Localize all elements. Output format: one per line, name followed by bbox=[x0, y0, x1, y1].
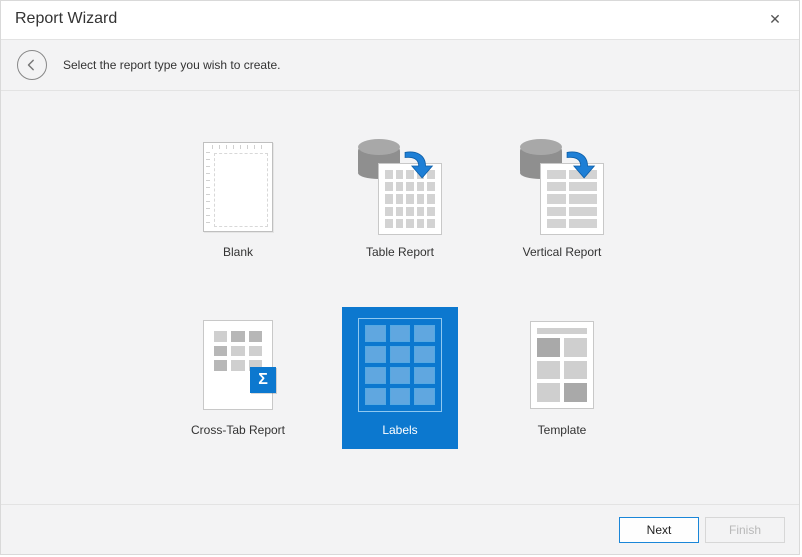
table-report-icon bbox=[348, 137, 452, 237]
titlebar: Report Wizard ✕ bbox=[1, 1, 799, 39]
grid-row: Blank bbox=[180, 129, 620, 271]
wizard-body: Blank bbox=[1, 91, 799, 504]
vertical-report-icon bbox=[510, 137, 614, 237]
subheader: Select the report type you wish to creat… bbox=[1, 39, 799, 91]
option-template[interactable]: Template bbox=[504, 307, 620, 449]
footer: Next Finish bbox=[1, 504, 799, 554]
option-table-report[interactable]: Table Report bbox=[342, 129, 458, 271]
window-title: Report Wizard bbox=[15, 10, 117, 28]
option-vertical-report[interactable]: Vertical Report bbox=[504, 129, 620, 271]
sigma-icon: Σ bbox=[250, 367, 276, 393]
option-label: Blank bbox=[223, 245, 253, 259]
finish-button: Finish bbox=[705, 517, 785, 543]
report-type-grid: Blank bbox=[1, 129, 799, 449]
option-label: Table Report bbox=[366, 245, 434, 259]
option-label: Vertical Report bbox=[523, 245, 602, 259]
option-label: Template bbox=[538, 423, 587, 437]
instruction-text: Select the report type you wish to creat… bbox=[63, 58, 280, 72]
arrow-left-icon bbox=[25, 58, 39, 72]
option-blank[interactable]: Blank bbox=[180, 129, 296, 271]
arrow-down-icon bbox=[400, 149, 434, 183]
close-button[interactable]: ✕ bbox=[765, 9, 785, 29]
labels-icon bbox=[348, 315, 452, 415]
template-icon bbox=[510, 315, 614, 415]
option-label: Cross-Tab Report bbox=[191, 423, 285, 437]
report-wizard-window: Report Wizard ✕ Select the report type y… bbox=[0, 0, 800, 555]
blank-report-icon bbox=[186, 137, 290, 237]
grid-row: Σ Cross-Tab Report bbox=[180, 307, 620, 449]
arrow-down-icon bbox=[562, 149, 596, 183]
option-cross-tab-report[interactable]: Σ Cross-Tab Report bbox=[180, 307, 296, 449]
option-labels[interactable]: Labels bbox=[342, 307, 458, 449]
cross-tab-icon: Σ bbox=[186, 315, 290, 415]
back-button[interactable] bbox=[17, 50, 47, 80]
option-label: Labels bbox=[382, 423, 417, 437]
next-button[interactable]: Next bbox=[619, 517, 699, 543]
